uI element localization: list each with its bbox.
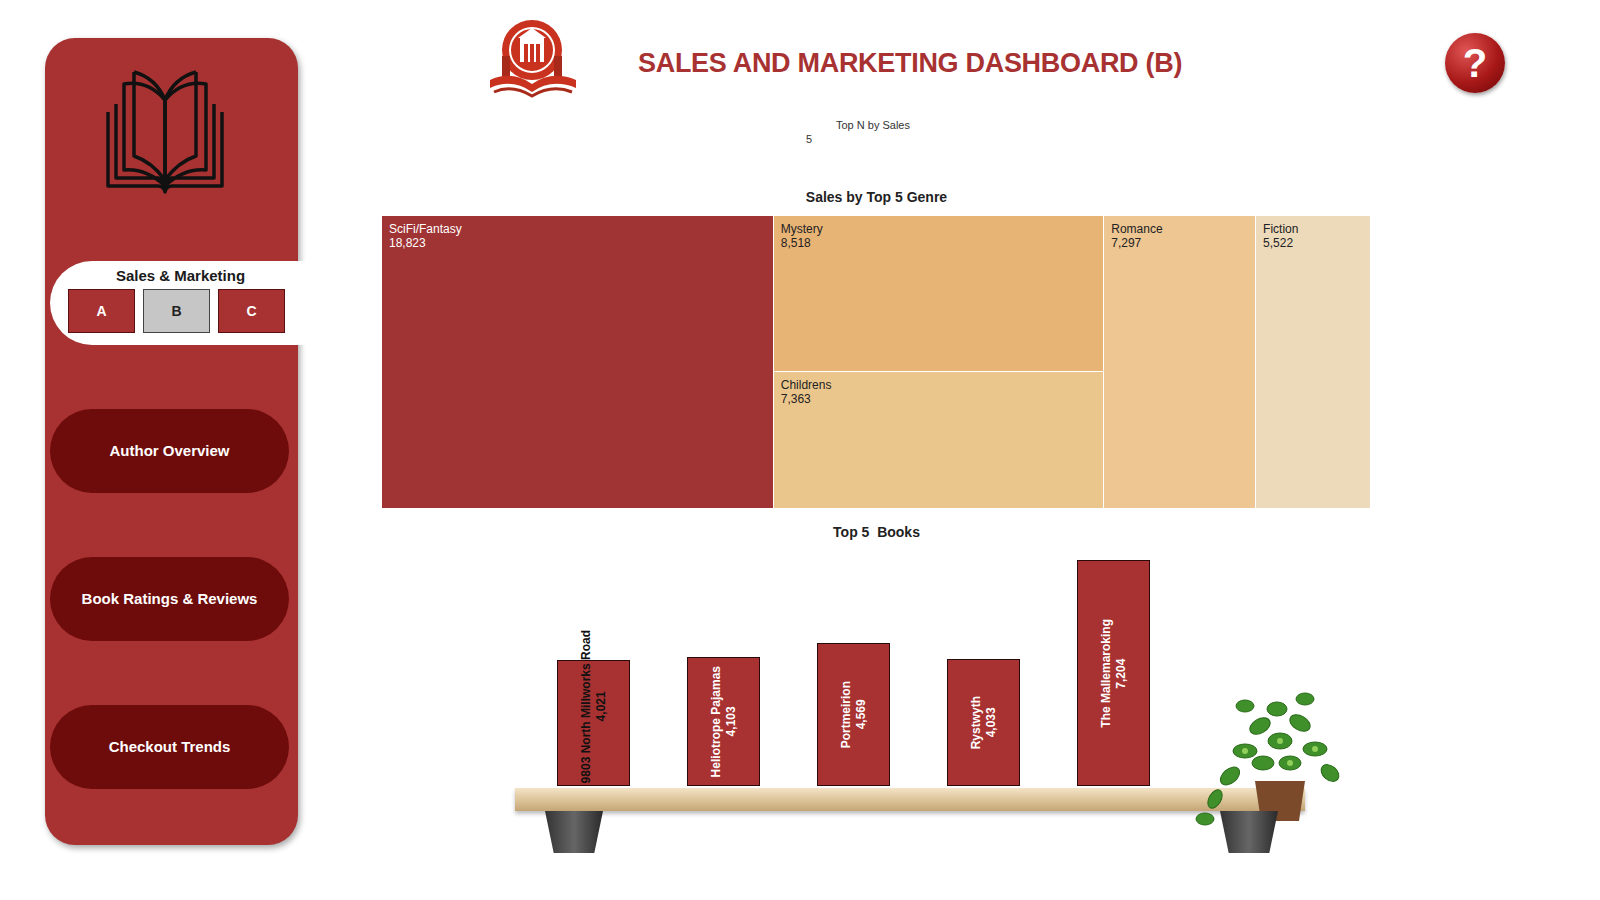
plant-icon: [1185, 681, 1345, 831]
book-label: 9803 North Millworks Road4,021: [579, 630, 609, 785]
bookshelf: 9803 North Millworks Road4,021 Heliotrope…: [515, 541, 1305, 853]
books-chart-title: Top 5 Books: [382, 523, 1371, 541]
sidebar: Sales & Marketing ABC Author Overview Boo…: [0, 0, 298, 853]
book-title: Heliotrope Pajamas: [709, 666, 724, 777]
page-button[interactable]: C: [218, 289, 285, 333]
treemap-column: SciFi/Fantasy18,823: [382, 216, 774, 509]
library-logo-icon: [480, 8, 590, 118]
page-buttons: ABC: [68, 289, 310, 333]
genre-value: 5,522: [1263, 236, 1363, 250]
book-value: 7,204: [1114, 619, 1129, 728]
book-label: Rystwyth4,033: [969, 696, 999, 749]
genre-value: 18,823: [389, 236, 766, 250]
genre-label: Fiction: [1263, 222, 1363, 236]
book-value: 4,103: [724, 666, 739, 777]
dashboard-title: SALES AND MARKETING DASHBOARD (B): [638, 43, 1182, 84]
sales-marketing-section: Sales & Marketing ABC: [50, 261, 310, 345]
shelf-leg: [1220, 811, 1278, 853]
nav-button[interactable]: Book Ratings & Reviews: [50, 557, 289, 641]
filter-value[interactable]: 5: [806, 132, 1512, 146]
shelf-legs: [515, 811, 1305, 853]
nav-list: Author Overview Book Ratings & Reviews Che…: [45, 409, 298, 789]
genre-cell[interactable]: Mystery8,518: [774, 216, 1105, 372]
book-value: 4,033: [984, 696, 999, 749]
book-bar[interactable]: 9803 North Millworks Road4,021: [557, 660, 630, 786]
treemap-column: Fiction5,522: [1256, 216, 1371, 509]
book-label: Heliotrope Pajamas4,103: [709, 666, 739, 777]
nav-button[interactable]: Checkout Trends: [50, 705, 289, 789]
book-value: 4,569: [854, 681, 869, 748]
filter-label: Top N by Sales: [806, 118, 1512, 132]
treemap-column: Mystery8,518Childrens7,363: [774, 216, 1105, 509]
shelf-leg: [545, 811, 603, 853]
section-label: Sales & Marketing: [68, 267, 293, 285]
shelf-plank: [515, 788, 1305, 811]
header: SALES AND MARKETING DASHBOARD (B) ?: [382, 0, 1512, 118]
page-button[interactable]: A: [68, 289, 135, 333]
book-bar[interactable]: The Mallemaroking7,204: [1077, 560, 1150, 786]
sidebar-panel: Sales & Marketing ABC Author Overview Boo…: [45, 38, 298, 845]
book-bar[interactable]: Rystwyth4,033: [947, 659, 1020, 786]
book-value: 4,021: [594, 630, 609, 783]
main: SALES AND MARKETING DASHBOARD (B) ? Top …: [382, 0, 1512, 853]
genre-label: SciFi/Fantasy: [389, 222, 766, 236]
book-title: Rystwyth: [969, 696, 984, 749]
treemap-column: Romance7,297: [1104, 216, 1256, 509]
genre-label: Romance: [1111, 222, 1248, 236]
genre-value: 8,518: [781, 236, 1097, 250]
nav-button[interactable]: Author Overview: [50, 409, 289, 493]
genre-cell[interactable]: Fiction5,522: [1256, 216, 1371, 509]
genre-value: 7,363: [781, 392, 1097, 406]
open-book-icon: [100, 68, 230, 198]
book-bar[interactable]: Portmeirion4,569: [817, 643, 890, 786]
book-title: 9803 North Millworks Road: [579, 630, 594, 783]
genre-label: Mystery: [781, 222, 1097, 236]
page-button[interactable]: B: [143, 289, 210, 333]
genre-cell[interactable]: Childrens7,363: [774, 372, 1105, 509]
top-n-filter[interactable]: Top N by Sales 5: [806, 118, 1512, 156]
book-label: The Mallemaroking7,204: [1099, 619, 1129, 728]
books-row: 9803 North Millworks Road4,021 Heliotrope…: [515, 541, 1305, 786]
book-bar[interactable]: Heliotrope Pajamas4,103: [687, 657, 760, 786]
book-title: The Mallemaroking: [1099, 619, 1114, 728]
genre-value: 7,297: [1111, 236, 1248, 250]
genre-cell[interactable]: Romance7,297: [1104, 216, 1256, 509]
genre-label: Childrens: [781, 378, 1097, 392]
book-title: Portmeirion: [839, 681, 854, 748]
genre-chart-title: Sales by Top 5 Genre: [382, 188, 1371, 206]
genre-cell[interactable]: SciFi/Fantasy18,823: [382, 216, 774, 509]
book-label: Portmeirion4,569: [839, 681, 869, 748]
genre-treemap: SciFi/Fantasy18,823Mystery8,518Childrens…: [382, 216, 1371, 509]
help-button[interactable]: ?: [1445, 33, 1505, 93]
